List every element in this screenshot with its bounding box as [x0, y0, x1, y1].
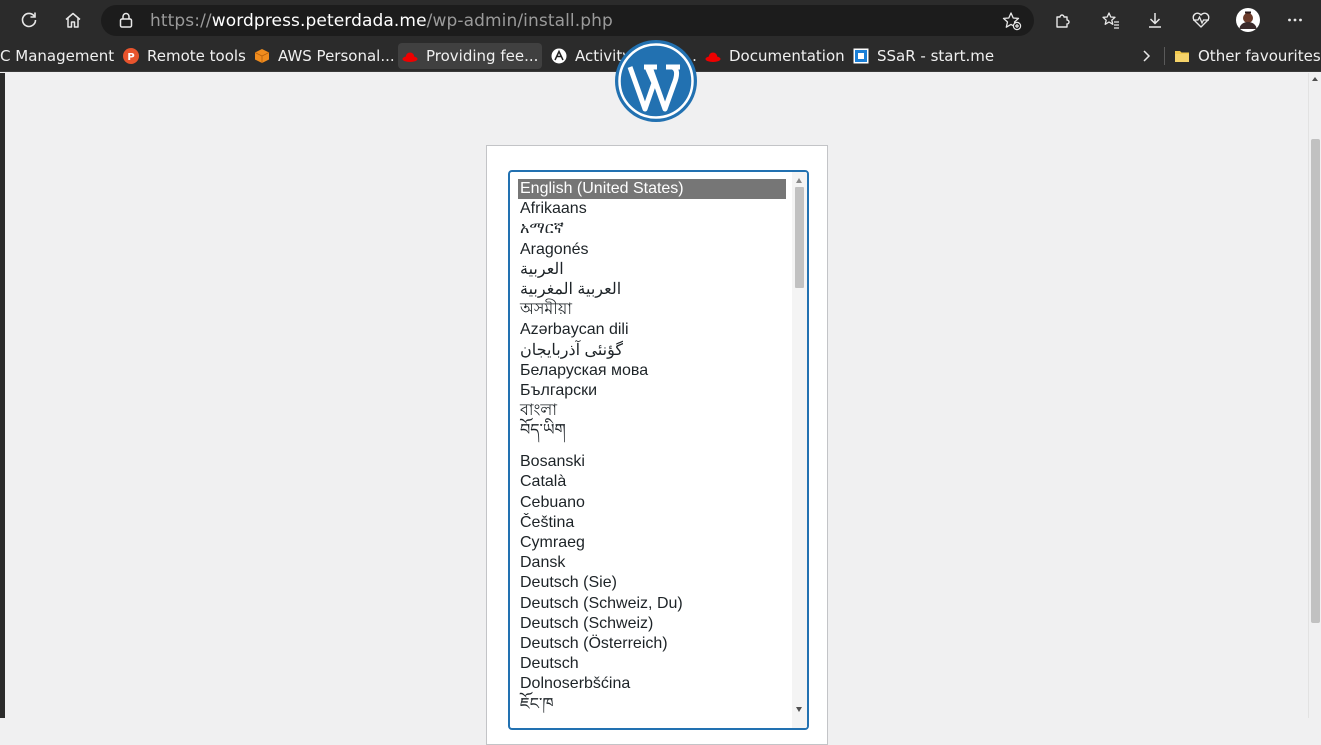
lock-icon: [119, 12, 133, 28]
bookmark-pc-management[interactable]: PC Management: [0, 43, 114, 69]
language-options: English (United States) Afrikaans አማርኛ Arag…: [518, 179, 786, 715]
page-viewport: English (United States) Afrikaans አማርኛ Arag…: [0, 40, 1321, 745]
language-option[interactable]: བོད་ཡིག: [518, 421, 786, 452]
performance-icon[interactable]: [1186, 6, 1216, 34]
language-card: English (United States) Afrikaans አማርኛ Arag…: [486, 145, 828, 745]
language-option[interactable]: Čeština: [518, 513, 786, 533]
other-favourites[interactable]: Other favourites: [1174, 43, 1321, 69]
reload-icon[interactable]: [14, 6, 44, 34]
bookmark-label: Documentation: [729, 47, 845, 65]
bookmarks-overflow-chevron-icon[interactable]: [1140, 43, 1152, 69]
language-option[interactable]: Беларуская мова: [518, 361, 786, 381]
language-option[interactable]: Български: [518, 381, 786, 401]
language-option[interactable]: Dansk: [518, 553, 786, 573]
add-favourite-icon[interactable]: [1002, 11, 1022, 31]
redhat-icon: [402, 52, 418, 62]
language-option[interactable]: ཇོང་ཁ: [518, 695, 786, 715]
extensions-icon[interactable]: [1048, 6, 1078, 34]
page-scroll-thumb[interactable]: [1311, 139, 1320, 623]
startme-icon: [853, 48, 869, 64]
profile-avatar[interactable]: [1233, 6, 1263, 34]
language-option[interactable]: Aragonés: [518, 240, 786, 260]
page-scroll-up-arrow-icon[interactable]: [1312, 77, 1318, 81]
home-icon[interactable]: [58, 6, 88, 34]
browser-toolbar: https://wordpress.peterdada.me/wp-admin/…: [0, 0, 1321, 40]
language-option[interactable]: Cymraeg: [518, 533, 786, 553]
language-option[interactable]: Català: [518, 472, 786, 492]
language-option[interactable]: Deutsch (Schweiz, Du): [518, 594, 786, 614]
bookmark-documentation[interactable]: Documentation: [705, 43, 845, 69]
window-edge: [0, 73, 5, 718]
p-circle-icon: P: [123, 48, 139, 64]
redhat-icon: [705, 52, 721, 62]
activitywatch-icon: [551, 48, 567, 64]
bookmark-providing-feedback[interactable]: Providing fee...: [398, 43, 543, 69]
language-option[interactable]: گؤنئی آذربایجان: [518, 341, 786, 361]
language-select-scrollbar[interactable]: [792, 172, 807, 728]
language-option[interactable]: Deutsch (Österreich): [518, 634, 786, 654]
bookmark-label: Remote tools: [147, 47, 246, 65]
language-option[interactable]: አማርኛ: [518, 219, 786, 239]
other-favourites-label: Other favourites: [1198, 47, 1321, 65]
scroll-down-arrow-icon[interactable]: [796, 707, 802, 712]
language-option[interactable]: Afrikaans: [518, 199, 786, 219]
bookmark-remote-tools[interactable]: P Remote tools: [123, 43, 246, 69]
language-option[interactable]: English (United States): [518, 179, 786, 200]
scroll-up-arrow-icon[interactable]: [796, 178, 802, 183]
language-option[interactable]: Deutsch (Sie): [518, 573, 786, 593]
bookmark-ssar-start[interactable]: SSaR - start.me: [853, 43, 994, 69]
bookmarks-divider: [1164, 47, 1165, 65]
url-text: https://wordpress.peterdada.me/wp-admin/…: [150, 11, 613, 31]
language-option[interactable]: বাংলা: [518, 401, 786, 421]
language-option[interactable]: অসমীয়া: [518, 300, 786, 320]
folder-icon: [1175, 51, 1189, 62]
svg-text:P: P: [127, 52, 134, 63]
language-select[interactable]: English (United States) Afrikaans አማርኛ Arag…: [508, 170, 809, 730]
bookmark-label: PC Management: [0, 47, 115, 65]
scroll-thumb[interactable]: [795, 187, 804, 288]
language-option[interactable]: Dolnoserbšćina: [518, 674, 786, 694]
bookmark-label: SSaR - start.me: [877, 47, 995, 65]
language-option[interactable]: العربية: [518, 260, 786, 280]
more-menu-icon[interactable]: [1280, 6, 1310, 34]
aws-cube-icon: [254, 49, 270, 63]
bookmark-label: AWS Personal...: [278, 47, 395, 65]
wordpress-logo-icon: [615, 40, 697, 122]
bookmark-aws-personal[interactable]: AWS Personal...: [254, 43, 395, 69]
language-option[interactable]: Cebuano: [518, 493, 786, 513]
language-option[interactable]: Deutsch: [518, 654, 786, 674]
language-option[interactable]: العربية المغربية: [518, 280, 786, 300]
language-option[interactable]: Deutsch (Schweiz): [518, 614, 786, 634]
favourites-icon[interactable]: [1096, 6, 1126, 34]
language-option[interactable]: Bosanski: [518, 452, 786, 472]
address-bar[interactable]: https://wordpress.peterdada.me/wp-admin/…: [101, 5, 1034, 36]
downloads-icon[interactable]: [1140, 6, 1170, 34]
page-scrollbar[interactable]: [1308, 73, 1321, 718]
bookmark-label: Providing fee...: [426, 47, 539, 65]
language-option[interactable]: Azərbaycan dili: [518, 320, 786, 340]
